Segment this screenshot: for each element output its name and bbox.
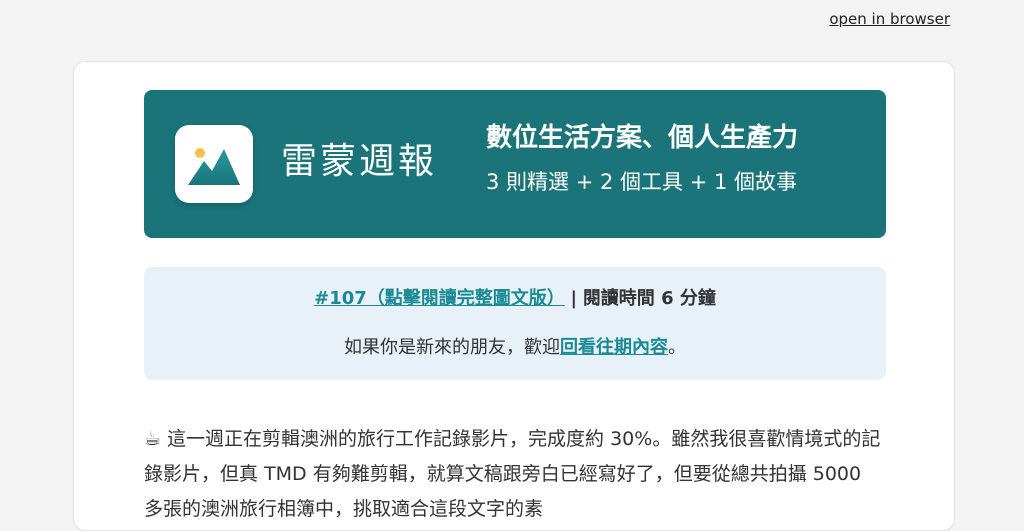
issue-link[interactable]: #107（點擊閱讀完整圖文版） xyxy=(314,288,565,309)
open-in-browser-link[interactable]: open in browser xyxy=(829,10,950,28)
tagline-title: 數位生活方案、個人生產力 xyxy=(486,123,799,153)
issue-notice: #107（點擊閱讀完整圖文版） | 閱讀時間 6 分鐘 如果你是新來的朋友，歡迎… xyxy=(144,267,886,380)
header-banner: 雷蒙週報 數位生活方案、個人生產力 3 則精選 + 2 個工具 + 1 個故事 xyxy=(144,90,886,238)
coffee-cup-icon: ☕ xyxy=(144,428,162,450)
brand-title: 雷蒙週報 xyxy=(281,141,438,182)
article-text: 這一週正在剪輯澳洲的旅行工作記錄影片，完成度約 30%。雖然我很喜歡情境式的記錄… xyxy=(144,428,881,520)
read-time: 閱讀時間 6 分鐘 xyxy=(582,288,716,309)
article-paragraph: ☕ 這一週正在剪輯澳洲的旅行工作記錄影片，完成度約 30%。雖然我很喜歡情境式的記… xyxy=(144,422,886,527)
welcome-suffix: 。 xyxy=(668,337,686,358)
welcome-prefix: 如果你是新來的朋友，歡迎 xyxy=(344,337,560,358)
topbar: open in browser xyxy=(829,10,950,28)
separator: | xyxy=(570,288,578,309)
tagline-subtitle: 3 則精選 + 2 個工具 + 1 個故事 xyxy=(486,169,798,194)
newsletter-card: 雷蒙週報 數位生活方案、個人生產力 3 則精選 + 2 個工具 + 1 個故事 … xyxy=(73,61,955,531)
issue-line: #107（點擊閱讀完整圖文版） | 閱讀時間 6 分鐘 xyxy=(144,285,886,313)
tagline: 數位生活方案、個人生產力 3 則精選 + 2 個工具 + 1 個故事 xyxy=(486,122,842,195)
landscape-image-icon xyxy=(175,125,253,203)
welcome-line: 如果你是新來的朋友，歡迎回看往期內容。 xyxy=(144,334,886,362)
past-issues-link[interactable]: 回看往期內容 xyxy=(560,337,668,358)
